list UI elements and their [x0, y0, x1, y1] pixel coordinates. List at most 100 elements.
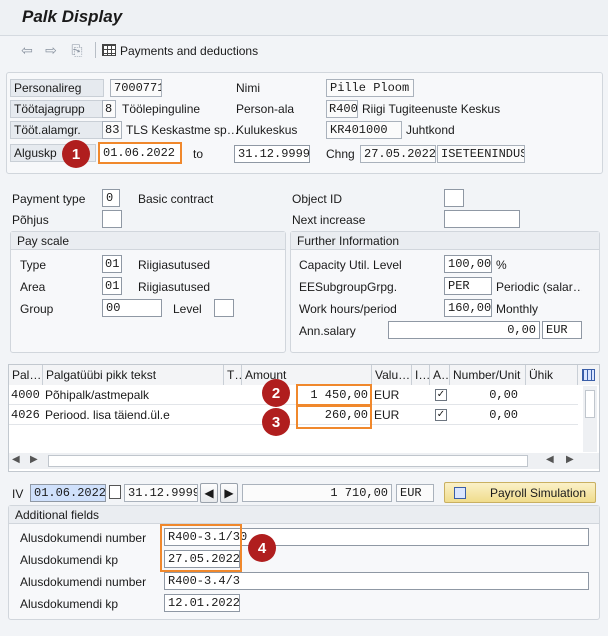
copy-icon[interactable] [109, 485, 121, 499]
tootajagrupp-text: Töölepinguline [122, 102, 201, 116]
toolbar [0, 36, 608, 64]
other-record-icon[interactable]: ⎘ [68, 41, 86, 59]
row1-code: 4000 [11, 388, 40, 402]
alusdok-number-field-2[interactable]: R400-3.4/3 [164, 572, 589, 590]
kulukeskus-label: Kulukeskus [236, 123, 298, 137]
period-from-field[interactable]: 01.06.2022 [30, 484, 106, 502]
amount-highlight-2 [296, 405, 372, 429]
type-label: Type [20, 258, 47, 272]
area-field[interactable]: 01 [102, 277, 122, 295]
capacity-field[interactable]: 100,00 [444, 255, 492, 273]
scroll-thumb[interactable] [585, 390, 595, 418]
col-header-t[interactable]: T… [224, 365, 242, 385]
type-field[interactable]: 01 [102, 255, 122, 273]
next-increase-label: Next increase [292, 213, 366, 227]
iv-label: IV [12, 487, 24, 501]
chng-user-field[interactable]: ISETEENINDUS [437, 145, 525, 163]
row2-checkbox[interactable]: ✓ [435, 409, 447, 421]
workhours-field[interactable]: 160,00 [444, 299, 492, 317]
kulukeskus-code[interactable]: KR401000 [326, 121, 402, 139]
row1-text: Põhipalk/astmepalk [45, 388, 150, 402]
next-record-icon[interactable]: ⇨ [42, 41, 60, 59]
table-settings-icon[interactable] [578, 365, 599, 385]
pohjus-field[interactable] [102, 210, 122, 228]
group-label: Group [20, 302, 54, 316]
next-period-button[interactable]: ▶ [220, 483, 238, 503]
table-vertical-scrollbar[interactable] [583, 386, 597, 452]
period-to-field[interactable]: 31.12.9999 [124, 484, 198, 502]
col-header-text[interactable]: Palgatüübi pikk tekst [43, 365, 224, 385]
col-header-number[interactable]: Number/Unit [450, 365, 526, 385]
level-label: Level [173, 302, 202, 316]
payment-type-field[interactable]: 0 [102, 189, 120, 207]
tootajagrupp-code[interactable]: 8 [102, 100, 116, 118]
col-header-amount[interactable]: Amount [242, 365, 372, 385]
scroll-left-icon[interactable]: ◀ [12, 454, 20, 465]
tootalamgr-text: TLS Keskastme sp… [126, 123, 239, 137]
nimi-field[interactable]: Pille Ploom [326, 79, 414, 97]
group-field[interactable]: 00 [102, 299, 162, 317]
pay-scale-title: Pay scale [11, 232, 285, 250]
annsalary-currency[interactable]: EUR [542, 321, 582, 339]
pohjus-label: Põhjus [12, 213, 49, 227]
row1-currency: EUR [374, 388, 400, 402]
chng-label: Chng [326, 147, 355, 161]
alusdok-number-label-2: Alusdokumendi number [20, 575, 147, 589]
nimi-label: Nimi [236, 81, 260, 95]
payroll-simulation-button[interactable]: Payroll Simulation [444, 482, 596, 503]
col-header-a[interactable]: A… [430, 365, 450, 385]
scroll-right-end-icon[interactable]: ▶ [566, 454, 574, 465]
object-id-label: Object ID [292, 192, 343, 206]
personala-code[interactable]: R400 [326, 100, 358, 118]
calculator-icon [453, 486, 466, 499]
area-text: Riigiasutused [138, 280, 211, 294]
tootalamgr-label: Tööt.alamgr. [10, 121, 104, 139]
previous-record-icon[interactable]: ⇦ [18, 41, 36, 59]
personalireg-label: Personalireg [10, 79, 104, 97]
total-currency-field[interactable]: EUR [396, 484, 434, 502]
scroll-right-icon[interactable]: ▶ [30, 454, 38, 465]
amount-highlight-1 [296, 384, 372, 406]
tootalamgr-code[interactable]: 83 [102, 121, 122, 139]
chng-date-field[interactable]: 27.05.2022 [360, 145, 436, 163]
col-header-unit[interactable]: Ühik [526, 365, 578, 385]
payments-deductions-button[interactable]: Payments and deductions [120, 44, 258, 58]
col-header-currency[interactable]: Valu… [372, 365, 412, 385]
tootajagrupp-label: Töötajagrupp [10, 100, 104, 118]
alusdok-highlight [160, 524, 242, 572]
col-header-i[interactable]: I… [412, 365, 430, 385]
callout-badge-3: 3 [262, 408, 290, 436]
row1-number[interactable]: 0,00 [452, 385, 518, 405]
table-icon[interactable] [102, 44, 116, 56]
row2-code: 4026 [11, 408, 40, 422]
level-field[interactable] [214, 299, 234, 317]
capacity-label: Capacity Util. Level [299, 258, 402, 272]
eesubgroup-label: EESubgroupGrpg. [299, 280, 398, 294]
annsalary-label: Ann.salary [299, 324, 356, 338]
to-date-field[interactable]: 31.12.9999 [234, 145, 310, 163]
next-increase-field[interactable] [444, 210, 520, 228]
toolbar-separator [95, 42, 96, 58]
personalireg-field[interactable]: 7000771 [110, 79, 162, 97]
row1-checkbox[interactable]: ✓ [435, 389, 447, 401]
workhours-label: Work hours/period [299, 302, 397, 316]
payment-type-label: Payment type [12, 192, 86, 206]
callout-badge-4: 4 [248, 534, 276, 562]
further-info-title: Further Information [291, 232, 599, 250]
payment-type-text: Basic contract [138, 192, 214, 206]
alguskp-field[interactable]: 01.06.2022 [98, 142, 182, 164]
workhours-unit: Monthly [496, 302, 539, 316]
horizontal-scroll-thumb[interactable] [48, 455, 528, 467]
object-id-field[interactable] [444, 189, 464, 207]
annsalary-field[interactable]: 0,00 [388, 321, 540, 339]
alusdok-kp-field-2[interactable]: 12.01.2022 [164, 594, 240, 612]
eesubgroup-field[interactable]: PER [444, 277, 492, 295]
col-header-pal[interactable]: Pal… [9, 365, 43, 385]
scroll-left-end-icon[interactable]: ◀ [546, 454, 554, 465]
previous-period-button[interactable]: ◀ [200, 483, 218, 503]
area-label: Area [20, 280, 46, 294]
total-amount-field[interactable]: 1 710,00 [242, 484, 392, 502]
eesubgroup-text: Periodic (salar… [496, 280, 582, 294]
row2-text: Periood. lisa täiend.ül.e [45, 408, 170, 422]
row2-number[interactable]: 0,00 [452, 405, 518, 425]
